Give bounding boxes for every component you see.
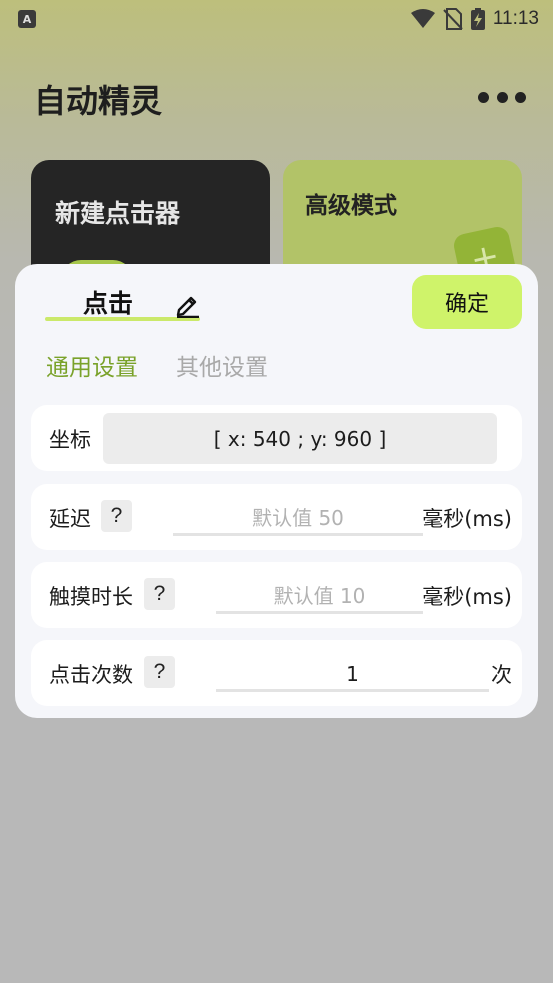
click-count-label: 点击次数	[49, 663, 133, 687]
coord-row: 坐标 [ x: 540 ; y: 960 ]	[31, 405, 522, 471]
coord-value-box[interactable]: [ x: 540 ; y: 960 ]	[103, 413, 497, 464]
tab-other-settings[interactable]: 其他设置	[176, 348, 268, 382]
status-time: 11:13	[492, 8, 539, 29]
tab-general-settings[interactable]: 通用设置	[46, 348, 138, 382]
touch-duration-row: 触摸时长 ? 毫秒(ms)	[31, 562, 522, 628]
battery-charging-icon	[470, 8, 485, 30]
delay-help-button[interactable]: ?	[101, 500, 132, 532]
status-right: 11:13	[410, 8, 539, 30]
delay-unit: 毫秒(ms)	[422, 507, 512, 531]
status-bar: A 11:13	[0, 0, 553, 38]
confirm-button[interactable]: 确定	[412, 275, 522, 329]
touch-duration-unit: 毫秒(ms)	[422, 585, 512, 609]
wifi-icon	[410, 9, 435, 28]
click-count-row: 点击次数 ? 次	[31, 640, 522, 706]
click-count-help-button[interactable]: ?	[144, 656, 175, 688]
advanced-mode-label: 高级模式	[305, 193, 397, 219]
new-clicker-label: 新建点击器	[55, 199, 181, 228]
coord-label: 坐标	[49, 428, 91, 452]
touch-duration-help-button[interactable]: ?	[144, 578, 175, 610]
click-count-unit: 次	[491, 663, 512, 687]
pencil-icon[interactable]	[175, 292, 201, 318]
more-dots-icon[interactable]	[478, 86, 526, 108]
delay-label: 延迟	[49, 507, 91, 531]
clicker-name-text: 点击	[83, 289, 134, 318]
clicker-settings-dialog: 点击 确定 通用设置 其他设置 坐标 [ x: 540 ; y: 960 ] 延…	[15, 264, 538, 718]
app-notification-icon: A	[18, 10, 36, 28]
touch-duration-label: 触摸时长	[49, 585, 133, 609]
no-sim-icon	[443, 8, 463, 30]
app-title: 自动精灵	[34, 82, 163, 120]
touch-duration-input[interactable]	[216, 580, 423, 614]
click-count-input[interactable]	[216, 658, 489, 692]
delay-input[interactable]	[173, 502, 423, 536]
delay-row: 延迟 ? 毫秒(ms)	[31, 484, 522, 550]
